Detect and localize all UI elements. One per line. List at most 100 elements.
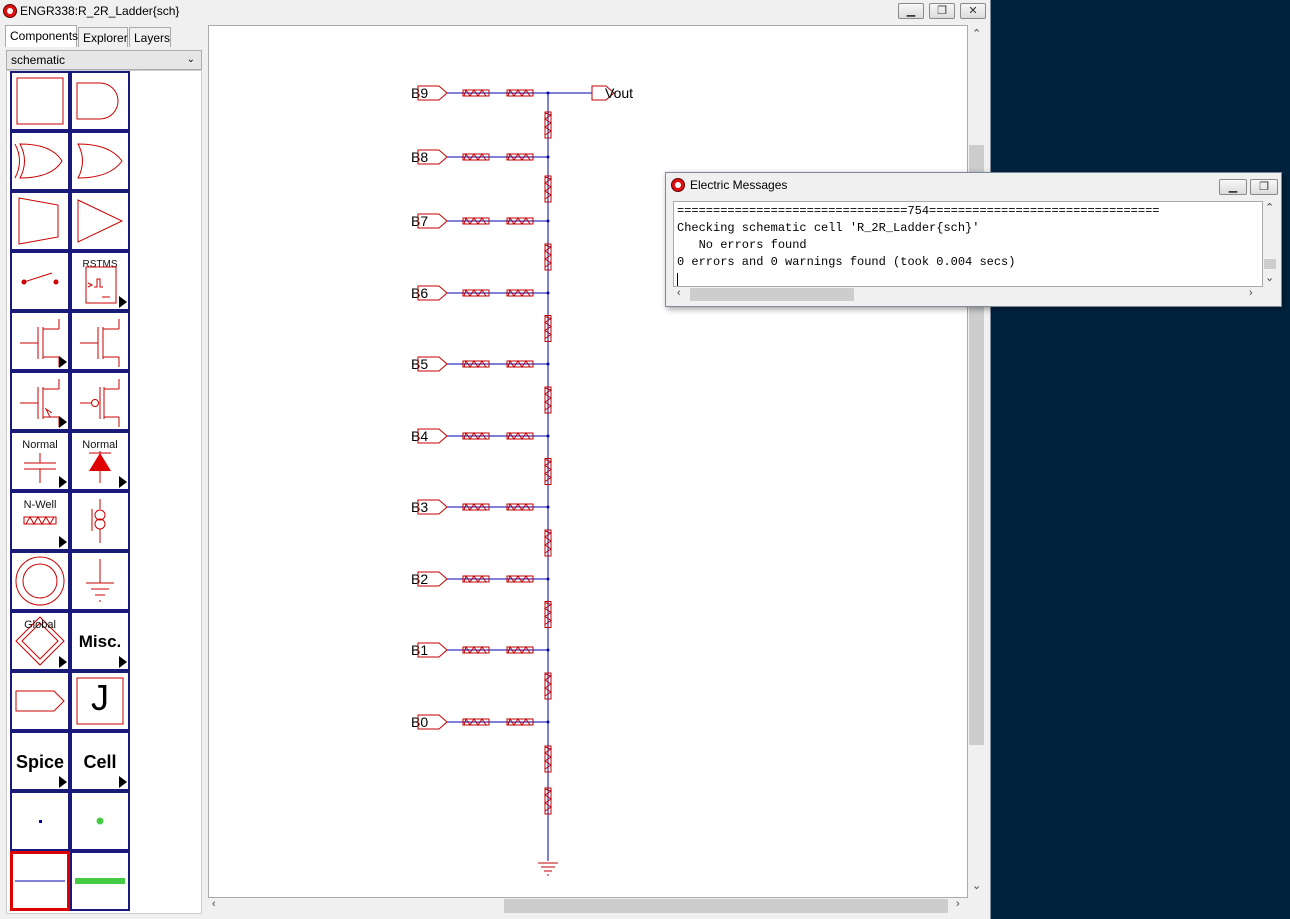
input-pin-label[interactable]: B7: [411, 213, 428, 229]
scroll-up-icon[interactable]: ⌃: [972, 27, 981, 40]
mux-button[interactable]: [10, 191, 70, 251]
input-pin-label[interactable]: B0: [411, 714, 428, 730]
more-options-icon: [59, 356, 67, 368]
message-line: No errors found: [677, 238, 807, 252]
window-title: ENGR338:R_2R_Ladder{sch}: [20, 4, 180, 18]
ground-button[interactable]: [70, 551, 130, 611]
schematic-drawing[interactable]: B9 B8 B7 B6 B5 B4 B3 B2 B1 B0 Vout: [209, 26, 967, 897]
input-pin-label[interactable]: B5: [411, 356, 428, 372]
or-gate-button[interactable]: [70, 131, 130, 191]
scroll-right-icon[interactable]: ›: [956, 898, 960, 910]
message-line: 0 errors and 0 warnings found (took 0.00…: [677, 255, 1016, 269]
misc-button[interactable]: Misc.: [70, 611, 130, 671]
horizontal-scrollbar[interactable]: ‹ ›: [208, 898, 968, 914]
spice-button[interactable]: Spice: [10, 731, 70, 791]
inductor-icon: [91, 499, 106, 543]
nmos-button[interactable]: [10, 311, 70, 371]
message-line: ================================754=====…: [677, 204, 1160, 218]
restore-button[interactable]: ❐: [929, 3, 955, 19]
junction[interactable]: [546, 362, 550, 366]
more-options-icon: [59, 536, 67, 548]
inductor-button[interactable]: [70, 491, 130, 551]
junction[interactable]: [546, 155, 550, 159]
tab-explorer[interactable]: Explorer: [78, 27, 128, 47]
scroll-left-icon[interactable]: ‹: [212, 898, 216, 910]
junction[interactable]: [546, 720, 550, 724]
or-gate-icon: [77, 143, 123, 179]
messages-minimize-button[interactable]: ▁: [1219, 179, 1247, 195]
misc-label: Misc.: [78, 632, 122, 651]
junction[interactable]: [546, 648, 550, 652]
scroll-right-icon[interactable]: ›: [1249, 287, 1253, 299]
messages-horizontal-scrollbar[interactable]: ‹ ›: [673, 287, 1263, 302]
global-signal-button[interactable]: Global: [10, 611, 70, 671]
box-icon: [16, 77, 64, 125]
technology-select[interactable]: schematic ⌄: [6, 50, 202, 70]
switch-button[interactable]: [10, 251, 70, 311]
junction[interactable]: [546, 505, 550, 509]
source-button[interactable]: [10, 551, 70, 611]
junction[interactable]: [546, 577, 550, 581]
input-pin-label[interactable]: B1: [411, 642, 428, 658]
messages-vertical-scrollbar[interactable]: ⌃ ⌄: [1263, 201, 1277, 287]
node-letter: J: [91, 677, 109, 718]
buffer-button[interactable]: [70, 191, 130, 251]
more-options-icon: [119, 296, 127, 308]
pmos-bubble-button[interactable]: [70, 371, 130, 431]
scroll-left-icon[interactable]: ‹: [677, 287, 681, 299]
input-pin-label[interactable]: B8: [411, 149, 428, 165]
resistor-button[interactable]: N-Well: [10, 491, 70, 551]
electric-app-icon: [3, 4, 17, 18]
scroll-down-icon[interactable]: ⌄: [972, 879, 981, 892]
box-node-button[interactable]: [10, 71, 70, 131]
and-gate-button[interactable]: [70, 71, 130, 131]
input-pin-label[interactable]: B2: [411, 571, 428, 587]
more-options-icon: [119, 476, 127, 488]
output-pin-label[interactable]: Vout: [605, 85, 633, 101]
bus-pin-button[interactable]: [70, 791, 130, 851]
messages-window: Electric Messages ▁ ❐ ==================…: [665, 172, 1282, 307]
mux-icon: [18, 197, 59, 245]
junction[interactable]: [546, 291, 550, 295]
cell-button[interactable]: Cell: [70, 731, 130, 791]
electric-app-icon: [671, 178, 685, 192]
and-gate-icon: [76, 82, 119, 120]
input-pin-label[interactable]: B4: [411, 428, 428, 444]
message-line: Checking schematic cell 'R_2R_Ladder{sch…: [677, 221, 980, 235]
ground-icon: [86, 559, 114, 602]
minimize-button[interactable]: ▁: [898, 3, 924, 19]
junction[interactable]: [546, 219, 550, 223]
junction[interactable]: [546, 434, 550, 438]
close-button[interactable]: ✕: [960, 3, 986, 19]
xor-gate-button[interactable]: [10, 131, 70, 191]
capacitor-button[interactable]: Normal: [10, 431, 70, 491]
main-window: ENGR338:R_2R_Ladder{sch} ▁ ❐ ✕ Component…: [0, 0, 991, 919]
export-pin-button[interactable]: [10, 671, 70, 731]
wire-pin-button[interactable]: [10, 791, 70, 851]
tab-components[interactable]: Components: [5, 25, 78, 47]
input-pin-label[interactable]: B3: [411, 499, 428, 515]
messages-hscroll-thumb[interactable]: [690, 288, 854, 301]
tab-layers[interactable]: Layers: [129, 27, 171, 47]
messages-vscroll-thumb[interactable]: [1264, 259, 1276, 269]
bjt-button[interactable]: [10, 371, 70, 431]
scroll-up-icon[interactable]: ⌃: [1265, 201, 1274, 214]
spice-label: Spice: [15, 752, 65, 772]
messages-restore-button[interactable]: ❐: [1250, 179, 1278, 195]
input-pin-label[interactable]: B9: [411, 85, 428, 101]
messages-text-area[interactable]: ================================754=====…: [673, 201, 1263, 287]
off-page-button[interactable]: J: [70, 671, 130, 731]
input-pin-label[interactable]: B6: [411, 285, 428, 301]
wire-arc-button[interactable]: [10, 851, 70, 911]
diode-button[interactable]: Normal: [70, 431, 130, 491]
more-options-icon: [119, 656, 127, 668]
flipflop-button[interactable]: RSTMS: [70, 251, 130, 311]
bus-arc-button[interactable]: [70, 851, 130, 911]
scroll-down-icon[interactable]: ⌄: [1265, 271, 1274, 284]
wire-pin-icon: [39, 820, 42, 823]
vertical-scrollbar[interactable]: ⌃ ⌄: [968, 25, 985, 898]
pmos-button[interactable]: [70, 311, 130, 371]
horizontal-scroll-thumb[interactable]: [504, 899, 948, 913]
xor-gate-icon: [14, 143, 63, 179]
schematic-canvas[interactable]: B9 B8 B7 B6 B5 B4 B3 B2 B1 B0 Vout: [208, 25, 968, 898]
